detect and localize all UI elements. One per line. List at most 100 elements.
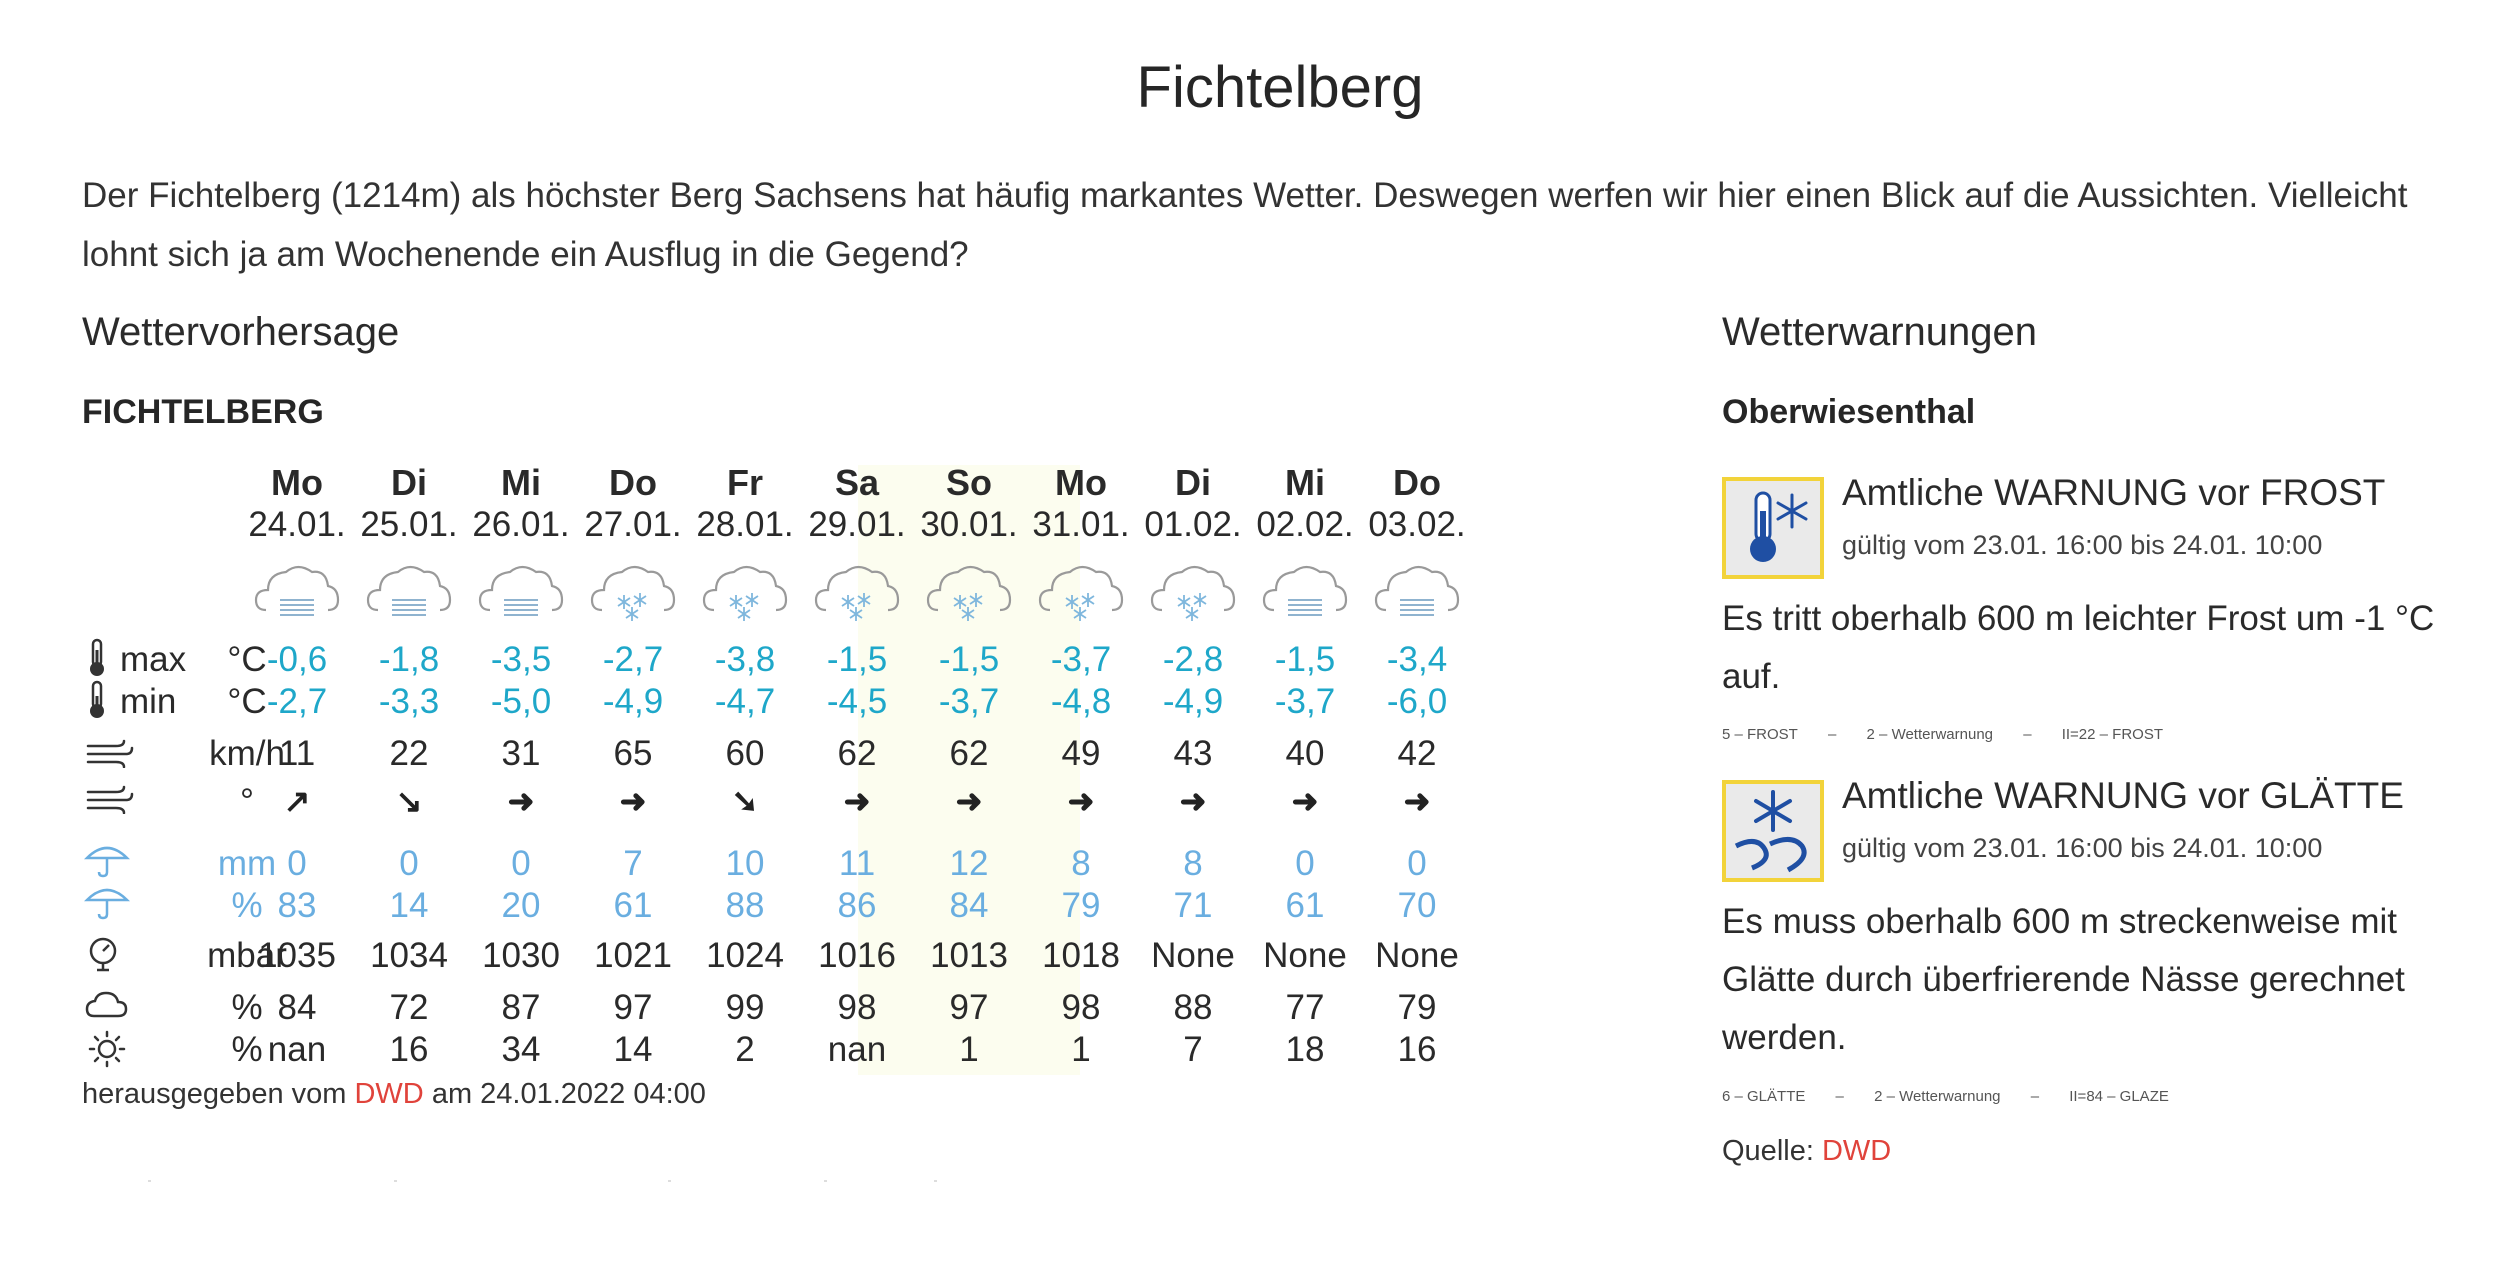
day-date: 31.01.: [1032, 505, 1130, 544]
cloud-snow-icon: [1150, 565, 1236, 621]
day-name: Do: [1393, 462, 1441, 503]
day-date: 24.01.: [248, 505, 346, 544]
precip-probability-value: 71: [1173, 886, 1213, 925]
cloud-snow-icon: [814, 565, 900, 621]
barometer-icon: [89, 937, 117, 972]
wind-direction-arrow: ↗: [283, 783, 311, 819]
day-name: Mi: [1285, 462, 1325, 503]
temp-max-value: -2,8: [1162, 640, 1224, 679]
day-date: 29.01.: [808, 505, 906, 544]
temp-min-value: -4,9: [602, 682, 664, 721]
wind-speed-value: 49: [1061, 734, 1101, 773]
wind-direction-icon: [86, 785, 134, 814]
cloud-snow-icon: [702, 565, 788, 621]
temp-min-value: -4,8: [1050, 682, 1112, 721]
wind-speed-value: 43: [1173, 734, 1213, 773]
cloud-icon: [85, 991, 128, 1018]
dwd-link[interactable]: DWD: [1822, 1135, 1891, 1167]
weather-icon: [926, 560, 1012, 627]
clouds-value: 97: [613, 988, 653, 1027]
warning-code: 2 – Wetterwarnung: [1874, 1088, 2001, 1105]
footnote-suffix: am 24.01.2022 04:00: [431, 1078, 706, 1110]
source-label: Quelle:: [1722, 1135, 1814, 1167]
sunshine-value: 16: [1397, 1030, 1437, 1069]
sun-icon: [88, 1030, 126, 1068]
weather-icon: [702, 560, 788, 627]
precip-amount-value: 0: [399, 844, 419, 883]
warning-code: 5 – FROST: [1722, 726, 1798, 743]
warning-code: II=22 – FROST: [2061, 726, 2163, 743]
pressure-value: None: [1263, 936, 1347, 975]
warning-title: Amtliche WARNUNG vor FROST: [1842, 472, 2386, 513]
cloud-snow-icon: [590, 565, 676, 621]
temp-max-value: -2,7: [602, 640, 664, 679]
cloud-fog-icon: [1262, 565, 1348, 616]
pressure-value: None: [1375, 936, 1459, 975]
day-name: So: [945, 462, 992, 503]
temp-min-value: -3,7: [1274, 682, 1336, 721]
dwd-link[interactable]: DWD: [354, 1078, 423, 1110]
clouds-value: 98: [837, 988, 877, 1027]
day-date: 01.02.: [1144, 505, 1242, 544]
wind-speed-value: 62: [837, 734, 877, 773]
warnings-section-title: Wetterwarnungen: [1722, 310, 2037, 354]
pressure-value: 1021: [594, 936, 672, 975]
precip-probability-value: 88: [725, 886, 765, 925]
wind-direction-arrow: ➜: [1403, 783, 1431, 819]
sunshine-value: 1: [959, 1030, 979, 1069]
wind-direction-arrow: ➜: [1179, 783, 1207, 819]
clouds-value: 84: [277, 988, 317, 1027]
clouds-value: 88: [1173, 988, 1213, 1027]
temp-max-value: -1,5: [1274, 640, 1336, 679]
precip-probability-value: 83: [277, 886, 317, 925]
wind-direction-arrow: ➜: [507, 783, 535, 819]
wind-direction-arrow: ➜: [619, 783, 647, 819]
clouds-value: 87: [501, 988, 541, 1027]
divider-dot: [824, 1180, 827, 1182]
warning-region: Oberwiesenthal: [1722, 393, 1976, 431]
day-date: 27.01.: [584, 505, 682, 544]
station-name: FICHTELBERG: [82, 393, 324, 431]
clouds-value: 97: [949, 988, 989, 1027]
clouds-value: 79: [1397, 988, 1437, 1027]
temp-min-value: -4,7: [714, 682, 776, 721]
precip-amount-value: 12: [949, 844, 989, 883]
divider-dot: [394, 1180, 397, 1182]
precip-probability-value: 14: [389, 886, 429, 925]
temp-max-value: -3,5: [490, 640, 552, 679]
day-name: Di: [1175, 462, 1211, 503]
warning-validity: gültig vom 23.01. 16:00 bis 24.01. 10:00: [1842, 833, 2323, 863]
wind-speed-value: 22: [389, 734, 429, 773]
max-label: max: [120, 640, 187, 679]
day-date: 02.02.: [1256, 505, 1354, 544]
wind-speed-value: 65: [613, 734, 653, 773]
precip-amount-value: 0: [287, 844, 307, 883]
weather-icon: [590, 560, 676, 627]
warning-code-separator: –: [1835, 1088, 1844, 1105]
precip-amount-value: 7: [623, 844, 643, 883]
weather-icon: [1150, 560, 1236, 627]
sunshine-value: 34: [501, 1030, 541, 1069]
sunshine-value: nan: [827, 1030, 887, 1069]
warning-code-separator: –: [1828, 726, 1837, 743]
temp-max-value: -1,8: [378, 640, 440, 679]
day-name: Fr: [727, 462, 763, 503]
sunshine-value: nan: [267, 1030, 327, 1069]
cloud-snow-icon: [926, 565, 1012, 621]
weather-icon: [254, 560, 340, 627]
wind-direction-arrow: ➜: [1291, 783, 1319, 819]
pressure-value: None: [1151, 936, 1235, 975]
wind-direction-arrow: ↘: [395, 783, 423, 819]
cloud-fog-icon: [366, 565, 452, 616]
weather-icon: [1038, 560, 1124, 627]
warning-validity: gültig vom 23.01. 16:00 bis 24.01. 10:00: [1842, 530, 2323, 560]
temp-min-value: -4,9: [1162, 682, 1224, 721]
precip-probability-value: 20: [501, 886, 541, 925]
day-name: Mi: [501, 462, 541, 503]
warnings-source: Quelle: DWD: [1722, 1135, 1891, 1168]
precip-amount-value: 0: [1407, 844, 1427, 883]
warning-code: 2 – Wetterwarnung: [1866, 726, 1994, 743]
precip-probability-value: 79: [1061, 886, 1101, 925]
weather-icon: [366, 560, 452, 627]
sunshine-value: 2: [735, 1030, 755, 1069]
